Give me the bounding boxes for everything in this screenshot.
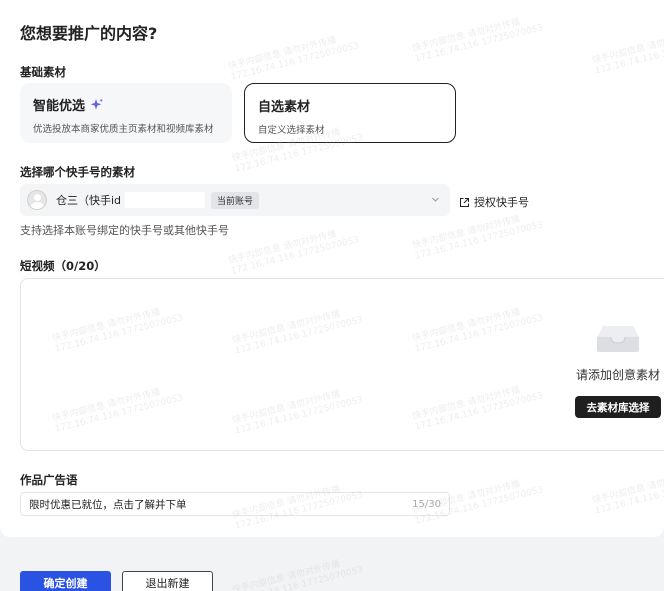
- option-desc: 优选投放本商家优质主页素材和视频库素材: [33, 124, 214, 135]
- section-label-choose-account: 选择哪个快手号的素材: [20, 165, 135, 179]
- empty-state-text: 请添加创意素材: [576, 368, 661, 382]
- sparkle-icon: [90, 98, 104, 110]
- ad-copy-input[interactable]: 限时优惠已就位，点击了解并下单 15/30: [20, 492, 450, 516]
- option-card-smart-select[interactable]: 智能优选 优选投放本商家优质主页素材和视频库素材: [20, 83, 232, 143]
- exit-create-button[interactable]: 退出新建: [122, 571, 213, 591]
- avatar: [27, 190, 47, 210]
- confirm-create-button[interactable]: 确定创建: [20, 571, 111, 591]
- external-link-icon: [460, 197, 469, 207]
- ad-copy-count: 15/30: [412, 498, 441, 510]
- ad-copy-value: 限时优惠已就位，点击了解并下单: [29, 498, 187, 511]
- account-select[interactable]: 仓三（快手id 当前账号: [20, 184, 450, 216]
- authorize-account-label: 授权快手号: [474, 196, 529, 209]
- chevron-down-icon: [432, 197, 439, 202]
- section-label-ad-copy: 作品广告语: [20, 473, 78, 487]
- current-account-badge: 当前账号: [211, 191, 260, 209]
- content-card: 您想要推广的内容? 基础素材 智能优选 优选投放本商家优质主页素材和视频库素材 …: [0, 0, 664, 537]
- video-upload-area[interactable]: [20, 278, 664, 451]
- option-desc: 自定义选择素材: [258, 125, 325, 136]
- section-label-short-video: 短视频（0/20）: [20, 259, 106, 273]
- option-title: 智能优选: [33, 99, 86, 114]
- authorize-account-link[interactable]: 授权快手号: [459, 194, 529, 210]
- inbox-icon: [597, 326, 639, 352]
- option-title: 自选素材: [258, 100, 311, 115]
- redacted-id-mask: [125, 192, 206, 208]
- watermark: 快手内部信息 请勿对外传播 172.16.74.116 17725070053: [231, 559, 365, 591]
- section-label-base-material: 基础素材: [20, 65, 66, 79]
- option-card-custom-select[interactable]: 自选素材 自定义选择素材: [244, 83, 456, 143]
- account-name: 仓三（快手id: [56, 194, 122, 207]
- account-hint: 支持选择本账号绑定的快手号或其他快手号: [20, 224, 229, 237]
- choose-from-library-button[interactable]: 去素材库选择: [575, 396, 661, 418]
- page-title: 您想要推广的内容?: [20, 24, 158, 43]
